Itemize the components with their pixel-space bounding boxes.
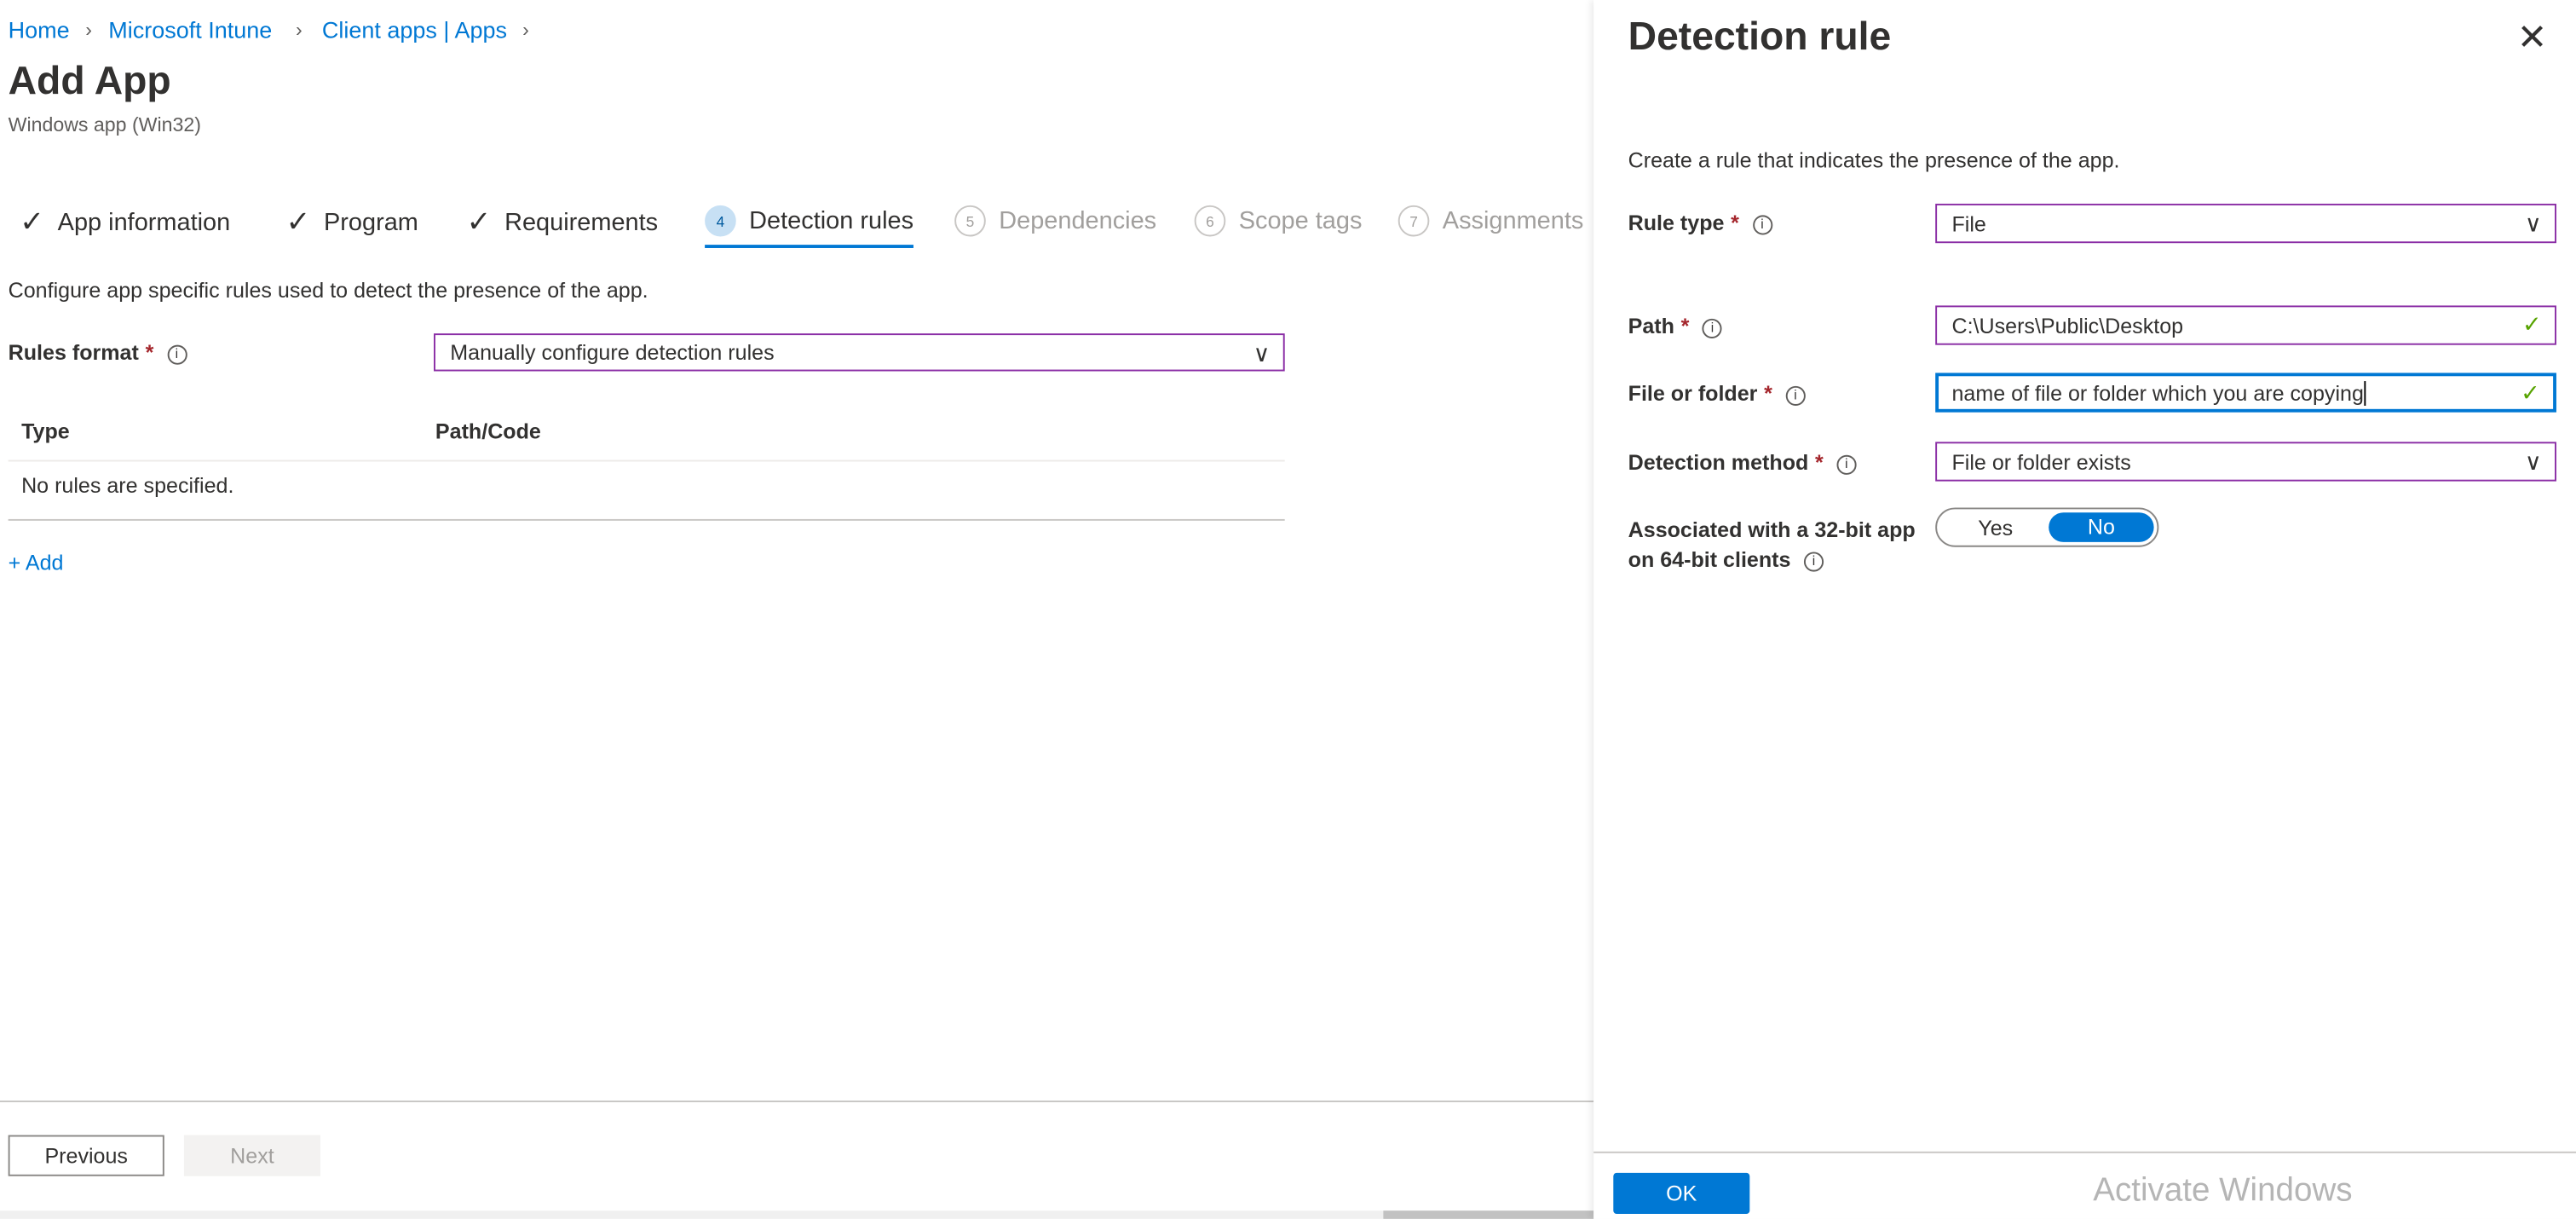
activate-windows-watermark: Activate Windows (2093, 1172, 2353, 1210)
assoc-label-line2: on 64-bit clients i (1628, 547, 1824, 572)
previous-button[interactable]: Previous (8, 1135, 164, 1176)
input-value: name of file or folder which you are cop… (1951, 380, 2366, 406)
tab-label: App information (57, 208, 231, 237)
checkmark-icon: ✓ (2521, 379, 2540, 406)
info-icon[interactable]: i (1702, 318, 1722, 338)
label-text: Path (1628, 314, 1674, 338)
chevron-right-icon: › (296, 18, 303, 42)
required-asterisk: * (1815, 449, 1824, 475)
divider (8, 518, 1285, 521)
breadcrumb-intune[interactable]: Microsoft Intune (108, 16, 272, 43)
rule-type-label: Rule type * i (1628, 211, 1772, 235)
step-number: 4 (705, 205, 736, 237)
dropdown-value: File (1951, 211, 1986, 236)
checkmark-icon: ✓ (285, 205, 311, 239)
column-header-type: Type (21, 419, 70, 444)
scrollbar-thumb[interactable] (1383, 1210, 1594, 1219)
required-asterisk: * (1764, 381, 1772, 406)
rules-format-dropdown[interactable]: Manually configure detection rules ∨ (433, 333, 1285, 372)
tab-scope-tags: 6 Scope tags (1194, 205, 1363, 237)
checkmark-icon: ✓ (20, 205, 45, 239)
tab-label: Assignments (1442, 206, 1584, 235)
tab-label: Requirements (504, 208, 659, 237)
next-button: Next (183, 1135, 320, 1176)
input-value: C:\Users\Public\Desktop (1951, 313, 2184, 338)
file-or-folder-label: File or folder * i (1628, 381, 1806, 406)
path-input[interactable]: C:\Users\Public\Desktop ✓ (1935, 305, 2556, 345)
assoc-label-line1: Associated with a 32-bit app (1628, 517, 1916, 542)
info-icon[interactable]: i (1836, 454, 1857, 475)
label-text: on 64-bit clients (1628, 546, 1791, 572)
ok-button[interactable]: OK (1613, 1172, 1750, 1215)
chevron-down-icon: ∨ (2524, 210, 2542, 237)
tab-label: Detection rules (749, 206, 914, 235)
required-asterisk: * (1731, 210, 1739, 235)
info-icon[interactable]: i (1785, 385, 1806, 406)
label-text: File or folder (1628, 381, 1758, 406)
label-text: Detection method (1628, 449, 1809, 475)
step-number: 7 (1397, 205, 1430, 237)
dropdown-value: File or folder exists (1951, 449, 2131, 474)
checkmark-icon: ✓ (2521, 310, 2542, 338)
horizontal-scrollbar[interactable] (0, 1210, 1594, 1219)
empty-message: No rules are specified. (21, 472, 234, 498)
step-number: 6 (1194, 205, 1226, 237)
toggle-yes[interactable]: Yes (1978, 516, 2013, 540)
chevron-down-icon: ∨ (1253, 339, 1271, 367)
tab-label: Dependencies (999, 206, 1157, 235)
panel-title: Detection rule (1628, 14, 1892, 60)
tab-app-information[interactable]: ✓ App information (20, 205, 230, 240)
add-rule-link[interactable]: + Add (9, 551, 64, 575)
required-asterisk: * (145, 339, 154, 365)
rule-type-dropdown[interactable]: File ∨ (1935, 203, 2556, 244)
tab-label: Program (323, 208, 418, 237)
chevron-down-icon: ∨ (2524, 448, 2542, 475)
column-header-path: Path/Code (435, 419, 541, 444)
page-title: Add App (8, 59, 171, 104)
label-text: Rules format (8, 339, 139, 365)
detection-rule-panel: Detection rule ✕ Create a rule that indi… (1593, 0, 2576, 1219)
step-number: 5 (954, 205, 986, 237)
toggle-no[interactable]: No (2049, 512, 2154, 542)
chevron-right-icon: › (85, 18, 92, 42)
divider (0, 1101, 1594, 1103)
description: Configure app specific rules used to det… (8, 277, 648, 303)
page-subtitle: Windows app (Win32) (8, 113, 201, 136)
info-icon[interactable]: i (1803, 552, 1824, 572)
checkmark-icon: ✓ (466, 205, 492, 239)
divider (1593, 1151, 2576, 1153)
breadcrumb-home[interactable]: Home (9, 16, 70, 43)
required-asterisk: * (1680, 314, 1690, 338)
tab-requirements[interactable]: ✓ Requirements (467, 205, 659, 240)
32bit-toggle[interactable]: Yes No (1935, 507, 2159, 547)
file-or-folder-input[interactable]: name of file or folder which you are cop… (1935, 373, 2556, 413)
breadcrumb-client-apps[interactable]: Client apps | Apps (322, 16, 507, 43)
active-tab-underline (705, 245, 913, 248)
divider (8, 459, 1285, 462)
rules-format-label: Rules format * i (9, 340, 187, 365)
tab-assignments: 7 Assignments (1397, 205, 1584, 237)
tab-dependencies: 5 Dependencies (954, 205, 1156, 237)
dropdown-value: Manually configure detection rules (450, 339, 775, 365)
info-icon[interactable]: i (1752, 215, 1772, 235)
panel-intro: Create a rule that indicates the presenc… (1628, 147, 2120, 173)
label-text: Rule type (1628, 210, 1725, 235)
detection-method-label: Detection method * i (1628, 450, 1857, 475)
tab-program[interactable]: ✓ Program (285, 205, 418, 240)
app-window: Home › Microsoft Intune › Client apps | … (0, 0, 2576, 1219)
tab-detection-rules[interactable]: 4 Detection rules (705, 205, 913, 237)
path-label: Path * i (1628, 314, 1722, 338)
info-icon[interactable]: i (166, 344, 187, 365)
tab-label: Scope tags (1238, 206, 1363, 235)
chevron-right-icon: › (522, 18, 529, 42)
detection-method-dropdown[interactable]: File or folder exists ∨ (1935, 442, 2556, 482)
close-icon[interactable]: ✕ (2517, 16, 2548, 59)
